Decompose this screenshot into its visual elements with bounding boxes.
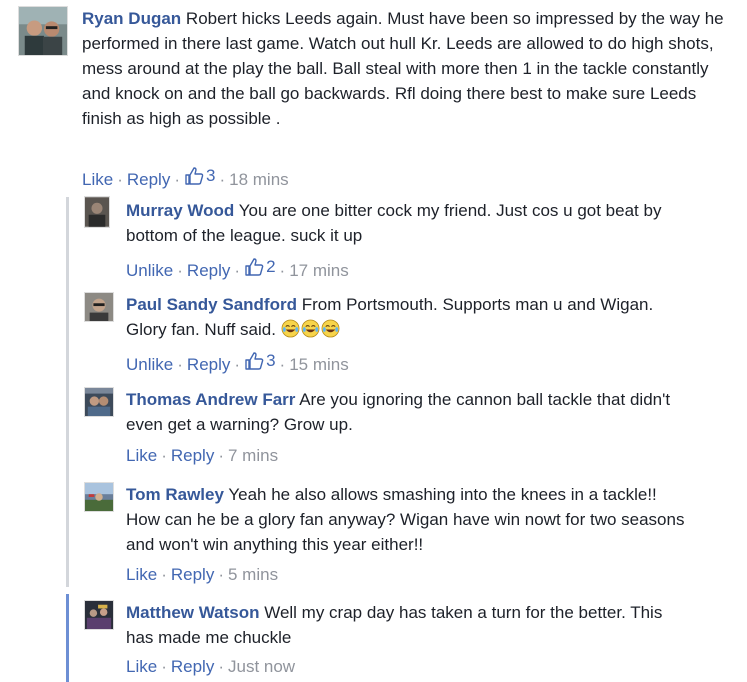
avatar-photo-icon <box>85 197 109 227</box>
avatar[interactable] <box>84 600 114 630</box>
reply-text: Thomas Andrew Farr Are you ignoring the … <box>126 387 686 437</box>
like-count[interactable]: 2 <box>244 257 276 277</box>
author-name[interactable]: Thomas Andrew Farr <box>126 390 295 409</box>
comment-ryan-dugan: Ryan Dugan Robert hicks Leeds again. Mus… <box>18 6 738 191</box>
avatar[interactable] <box>84 196 110 228</box>
comment-text: Ryan Dugan Robert hicks Leeds again. Mus… <box>82 6 732 131</box>
avatar-photo-icon <box>85 388 113 416</box>
thumbs-up-icon <box>245 258 264 276</box>
reply-matthew-watson: Matthew Watson Well my crap day has take… <box>84 598 724 682</box>
reply-actions: Like · Reply · 7 mins <box>126 446 279 465</box>
avatar-photo-icon <box>85 601 113 629</box>
timestamp[interactable]: 18 mins <box>229 170 289 189</box>
avatar[interactable] <box>18 6 68 56</box>
reply-murray-wood: Murray Wood You are one bitter cock my f… <box>84 196 724 280</box>
tears-of-joy-emoji-icon <box>321 319 340 338</box>
like-button[interactable]: Like <box>82 170 113 189</box>
reply-button[interactable]: Reply <box>187 261 230 280</box>
author-name[interactable]: Ryan Dugan <box>82 9 181 28</box>
unlike-button[interactable]: Unlike <box>126 261 173 280</box>
reply-text: Murray Wood You are one bitter cock my f… <box>126 198 686 248</box>
reply-text: Paul Sandy Sandford From Portsmouth. Sup… <box>126 292 686 342</box>
tears-of-joy-emoji-icon <box>301 319 320 338</box>
reply-actions: Like · Reply · 5 mins <box>126 565 279 584</box>
reply-text: Matthew Watson Well my crap day has take… <box>126 600 686 650</box>
timestamp[interactable]: 7 mins <box>228 446 278 465</box>
avatar-photo-icon <box>85 483 113 511</box>
reply-thomas-andrew-farr: Thomas Andrew Farr Are you ignoring the … <box>84 385 724 469</box>
reply-button[interactable]: Reply <box>171 657 214 676</box>
reply-paul-sandy-sandford: Paul Sandy Sandford From Portsmouth. Sup… <box>84 290 724 374</box>
reply-tom-rawley: Tom Rawley Yeah he also allows smashing … <box>84 480 724 588</box>
author-name[interactable]: Matthew Watson <box>126 603 259 622</box>
unlike-button[interactable]: Unlike <box>126 355 173 374</box>
author-name[interactable]: Murray Wood <box>126 201 234 220</box>
timestamp[interactable]: 17 mins <box>289 261 349 280</box>
like-button[interactable]: Like <box>126 657 157 676</box>
reply-text: Tom Rawley Yeah he also allows smashing … <box>126 482 686 557</box>
comment-actions: Like · Reply · 3 · 18 mins <box>82 166 289 189</box>
avatar[interactable] <box>84 387 114 417</box>
avatar-photo-icon <box>85 293 113 321</box>
reply-thread-line-active <box>66 594 69 682</box>
reply-button[interactable]: Reply <box>127 170 170 189</box>
reply-actions: Like · Reply · Just now <box>126 657 296 676</box>
like-count[interactable]: 3 <box>244 351 276 371</box>
timestamp[interactable]: Just now <box>228 657 295 676</box>
like-count-value: 3 <box>266 351 276 370</box>
thumbs-up-icon <box>185 167 204 185</box>
tears-of-joy-emoji-icon <box>281 319 300 338</box>
author-name[interactable]: Tom Rawley <box>126 485 224 504</box>
avatar-photo-icon <box>19 7 67 55</box>
timestamp[interactable]: 5 mins <box>228 565 278 584</box>
avatar[interactable] <box>84 292 114 322</box>
timestamp[interactable]: 15 mins <box>289 355 349 374</box>
like-count-value: 2 <box>266 257 276 276</box>
comment-thread: Ryan Dugan Robert hicks Leeds again. Mus… <box>0 0 747 682</box>
like-count[interactable]: 3 <box>184 166 215 186</box>
reply-button[interactable]: Reply <box>171 446 214 465</box>
reply-thread-line <box>66 197 69 587</box>
avatar[interactable] <box>84 482 114 512</box>
author-name[interactable]: Paul Sandy Sandford <box>126 295 297 314</box>
thumbs-up-icon <box>245 352 264 370</box>
reply-button[interactable]: Reply <box>171 565 214 584</box>
like-button[interactable]: Like <box>126 446 157 465</box>
reply-actions: Unlike · Reply · 3 · 15 mins <box>126 351 349 374</box>
like-button[interactable]: Like <box>126 565 157 584</box>
reply-actions: Unlike · Reply · 2 · 17 mins <box>126 257 349 280</box>
reply-button[interactable]: Reply <box>187 355 230 374</box>
